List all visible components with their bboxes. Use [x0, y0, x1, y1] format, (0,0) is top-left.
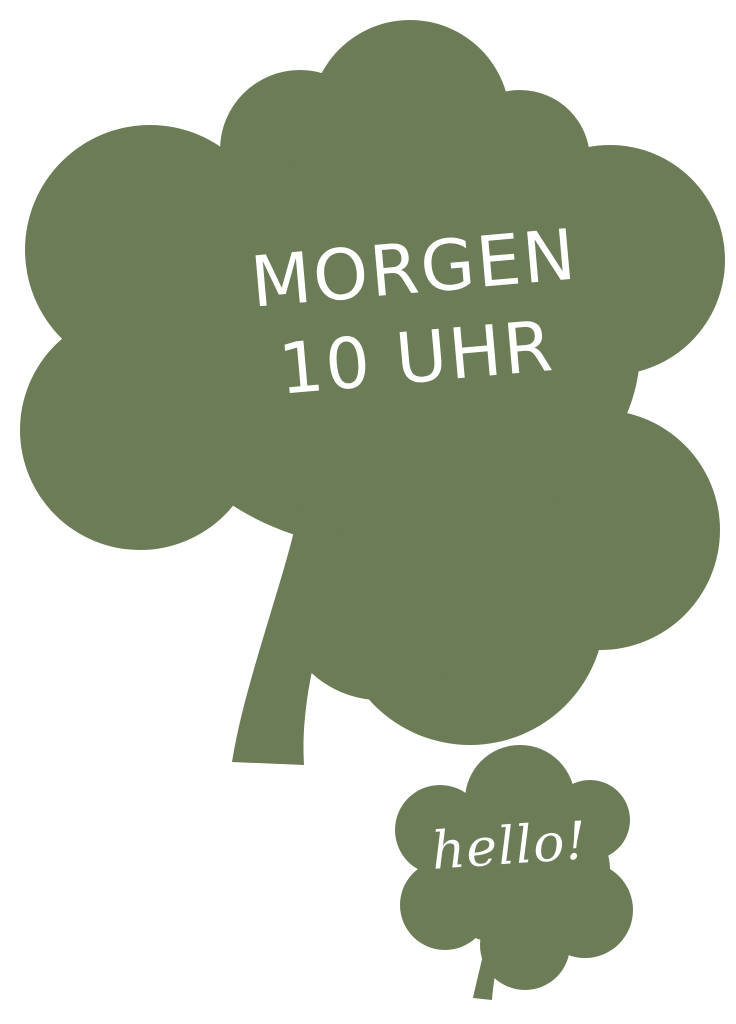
page: MORGEN 10 UHR hello! — [0, 0, 736, 1024]
small-clover-text: hello! — [429, 811, 590, 882]
clover-illustration — [20, 20, 725, 1000]
